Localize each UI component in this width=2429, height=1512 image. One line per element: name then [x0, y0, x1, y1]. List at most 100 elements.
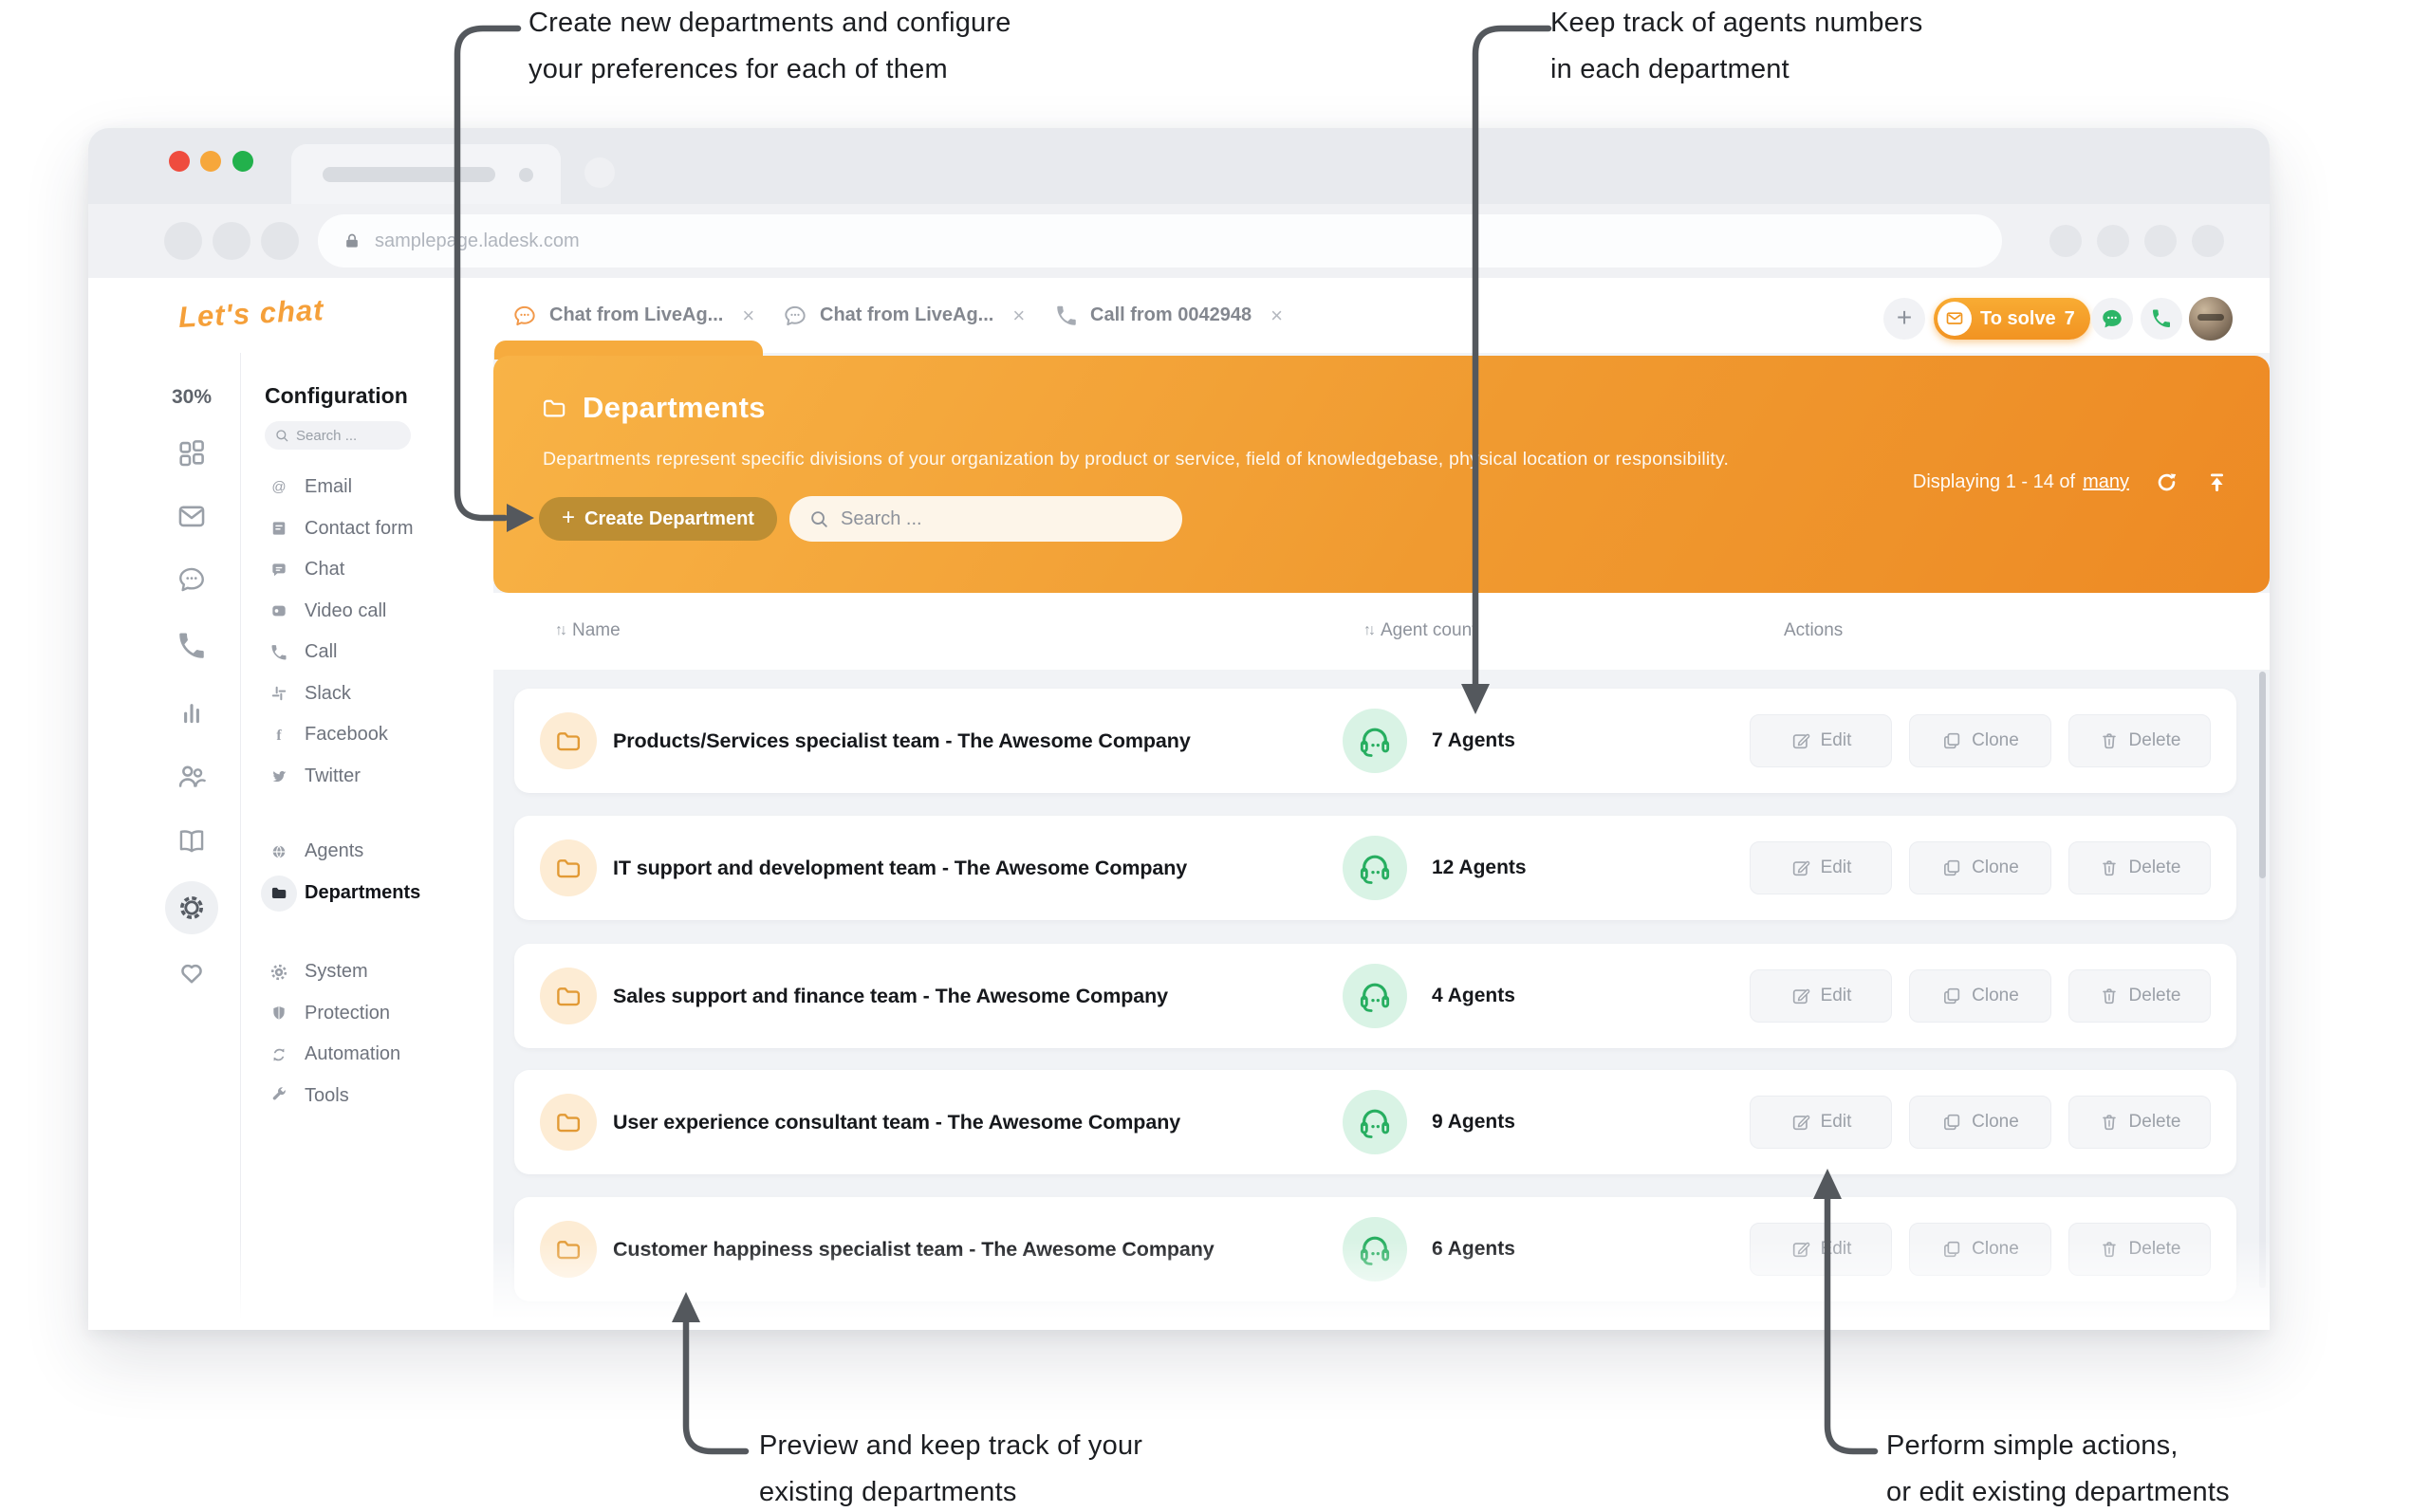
app-logo[interactable]: Let's chat [177, 293, 324, 335]
clone-button[interactable]: Clone [1909, 969, 2051, 1023]
chat-bubble-icon[interactable] [176, 563, 208, 596]
agent-headset-icon [1343, 964, 1407, 1028]
sidebar-group-channels: Email Contact form Chat Video call Call … [241, 467, 493, 797]
clone-button[interactable]: Clone [1909, 841, 2051, 894]
back-button[interactable] [164, 222, 202, 260]
departments-search-input[interactable] [841, 508, 1163, 530]
displaying-count: Displaying 1 - 14 ofmany [1913, 471, 2129, 493]
to-solve-button[interactable]: To solve 7 [1934, 298, 2090, 340]
minimize-window-button[interactable] [200, 151, 221, 172]
sidebar-item-call[interactable]: Call [241, 632, 493, 673]
address-bar[interactable]: samplepage.ladesk.com [318, 214, 2002, 267]
plus-icon: + [562, 505, 575, 531]
ticket-tab-chat-2[interactable]: Chat from LiveAg... × [782, 278, 1025, 353]
edit-button[interactable]: Edit [1750, 841, 1892, 894]
forward-button[interactable] [213, 222, 250, 260]
delete-button[interactable]: Delete [2068, 1096, 2211, 1149]
displaying-many-link[interactable]: many [2083, 471, 2129, 492]
agent-headset-icon [1343, 836, 1407, 900]
sidebar-item-departments[interactable]: Departments [241, 873, 493, 914]
new-tab-button[interactable] [584, 157, 615, 188]
browser-tab[interactable] [291, 144, 561, 204]
maximize-window-button[interactable] [232, 151, 253, 172]
department-row[interactable]: User experience consultant team - The Aw… [514, 1070, 2236, 1174]
sidebar-item-video-call[interactable]: Video call [241, 591, 493, 633]
close-tab-icon[interactable]: × [1270, 305, 1283, 326]
close-tab-icon[interactable]: × [1012, 305, 1025, 326]
sidebar-item-email[interactable]: Email [241, 467, 493, 508]
sidebar-item-protection[interactable]: Protection [241, 993, 493, 1035]
folder-icon [540, 1094, 597, 1151]
sidebar-search[interactable] [265, 421, 411, 450]
delete-button[interactable]: Delete [2068, 714, 2211, 767]
clone-button[interactable]: Clone [1909, 714, 2051, 767]
sort-icon[interactable]: ↑↓ [1363, 622, 1373, 639]
ticket-tab-call[interactable]: Call from 0042948 × [1054, 278, 1283, 353]
extension-button[interactable] [2144, 225, 2177, 257]
book-icon[interactable] [176, 825, 208, 857]
chats-button[interactable] [2091, 298, 2133, 340]
video-call-icon [269, 601, 288, 620]
bar-chart-icon[interactable] [176, 695, 208, 728]
close-tab-icon[interactable]: × [742, 305, 754, 326]
users-icon[interactable] [176, 760, 208, 792]
add-new-button[interactable]: + [1883, 298, 1925, 340]
reload-button[interactable] [261, 222, 299, 260]
edit-icon [1790, 986, 1811, 1006]
sidebar-item-contact-form[interactable]: Contact form [241, 508, 493, 550]
zoom-level-label: 30% [163, 386, 220, 409]
tab-close-placeholder[interactable] [519, 168, 533, 182]
agent-count: 6 Agents [1432, 1238, 1515, 1261]
sidebar-item-label: Agents [305, 840, 363, 862]
scrollbar-thumb[interactable] [2259, 672, 2266, 878]
edit-button[interactable]: Edit [1750, 969, 1892, 1023]
dashboard-grid-icon[interactable] [176, 436, 208, 469]
clone-button[interactable]: Clone [1909, 1223, 2051, 1276]
delete-button[interactable]: Delete [2068, 841, 2211, 894]
extension-button[interactable] [2097, 225, 2129, 257]
close-window-button[interactable] [169, 151, 190, 172]
extension-button[interactable] [2049, 225, 2082, 257]
mail-icon[interactable] [176, 500, 208, 532]
scroll-to-top-icon[interactable] [2204, 470, 2230, 495]
sidebar-item-system[interactable]: System [241, 951, 493, 993]
sidebar-item-automation[interactable]: Automation [241, 1034, 493, 1076]
department-row[interactable]: Customer happiness specialist team - The… [514, 1197, 2236, 1301]
edit-button[interactable]: Edit [1750, 1223, 1892, 1276]
heart-icon[interactable] [176, 956, 208, 988]
delete-button[interactable]: Delete [2068, 969, 2211, 1023]
delete-button[interactable]: Delete [2068, 1223, 2211, 1276]
calls-button[interactable] [2141, 298, 2182, 340]
sidebar-item-facebook[interactable]: Facebook [241, 714, 493, 756]
departments-search[interactable] [789, 496, 1182, 542]
sort-icon[interactable]: ↑↓ [555, 622, 565, 639]
agent-count: 9 Agents [1432, 1111, 1515, 1134]
sidebar-item-tools[interactable]: Tools [241, 1076, 493, 1117]
phone-icon [1054, 304, 1079, 328]
refresh-icon[interactable] [2154, 470, 2179, 495]
department-row[interactable]: Products/Services specialist team - The … [514, 689, 2236, 793]
chat-bubble-icon [2100, 306, 2124, 331]
clone-icon [1941, 1112, 1962, 1133]
browser-menu-button[interactable] [2192, 225, 2224, 257]
create-department-button[interactable]: + Create Department [539, 497, 777, 541]
sidebar-item-chat[interactable]: Chat [241, 549, 493, 591]
sidebar-item-twitter[interactable]: Twitter [241, 756, 493, 798]
sidebar-title: Configuration [265, 383, 408, 409]
department-row[interactable]: Sales support and finance team - The Awe… [514, 944, 2236, 1048]
chat-bubble-icon [511, 303, 538, 329]
user-avatar[interactable] [2189, 297, 2233, 341]
annotation-simple-actions: Perform simple actions, or edit existing… [1886, 1423, 2230, 1512]
edit-button[interactable]: Edit [1750, 714, 1892, 767]
sidebar-item-slack[interactable]: Slack [241, 673, 493, 715]
column-label: Actions [1784, 620, 1843, 641]
clone-button[interactable]: Clone [1909, 1096, 2051, 1149]
column-header-agent-count[interactable]: ↑↓ Agent count [1363, 620, 1476, 641]
edit-button[interactable]: Edit [1750, 1096, 1892, 1149]
sidebar-item-agents[interactable]: Agents [241, 831, 493, 873]
sidebar-search-input[interactable] [296, 428, 401, 444]
column-header-name[interactable]: ↑↓ Name [555, 620, 621, 641]
phone-icon[interactable] [176, 630, 208, 662]
settings-gear-icon[interactable] [176, 892, 208, 924]
department-row[interactable]: IT support and development team - The Aw… [514, 816, 2236, 920]
